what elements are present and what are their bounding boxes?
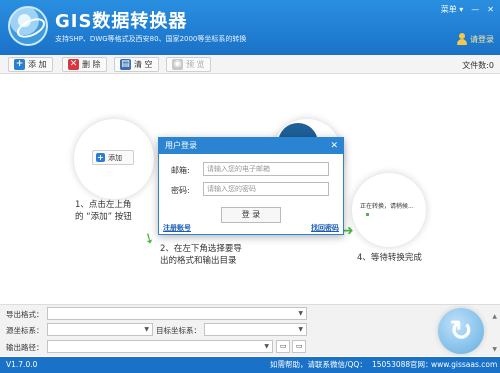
start-convert-button[interactable] — [438, 308, 484, 354]
step2-line2: 出的格式和输出目录 — [160, 256, 237, 266]
add-label: 添 加 — [28, 60, 47, 69]
step4-circle: 正在转换，请稍候... — [352, 173, 426, 247]
scroll-down-icon[interactable]: ▼ — [492, 346, 497, 353]
menu-label: 菜单 — [440, 5, 457, 14]
add-button[interactable]: + 添 加 — [8, 57, 53, 72]
demo-add-label: 添加 — [108, 153, 122, 162]
title-bar: GIS数据转换器 支持SHP、DWG等格式及西安80、国家2000等坐标系的转换… — [0, 0, 500, 55]
step1-line1: 1、点击左上角 — [75, 200, 132, 210]
delete-icon: ✕ — [68, 59, 79, 70]
target-crs-label: 目标坐标系： — [156, 326, 201, 335]
source-crs-label: 源坐标系： — [6, 326, 44, 335]
chevron-down-icon: ▼ — [298, 310, 303, 317]
delete-button[interactable]: ✕ 删 除 — [62, 57, 107, 72]
plus-icon: + — [14, 59, 25, 70]
login-button[interactable]: 请登录 — [457, 33, 494, 45]
chevron-down-icon: ▼ — [298, 326, 303, 333]
login-label: 请登录 — [470, 34, 494, 44]
chevron-down-icon: ▾ — [459, 5, 464, 14]
login-dialog: 用户登录 ✕ 邮箱: 密码: 登 录 注册账号 找回密码 — [158, 137, 344, 235]
preview-label: 预 览 — [186, 60, 205, 69]
dialog-header: 用户登录 ✕ — [159, 138, 343, 154]
status-bar: V1.7.0.0 如需帮助，请联系微信/QQ： 15053088 官网： www… — [0, 357, 500, 373]
folder-icon: ▭ — [280, 342, 287, 350]
website-link[interactable]: www.gissaas.com — [431, 357, 497, 373]
chevron-down-icon: ▼ — [144, 326, 149, 333]
plus-icon: + — [96, 153, 105, 162]
step2-text: 2、在左下角选择要导 出的格式和输出目录 — [160, 243, 242, 267]
login-submit-button[interactable]: 登 录 — [221, 207, 281, 223]
browse-folder-button[interactable]: ▭ — [276, 340, 290, 353]
delete-label: 删 除 — [82, 60, 101, 69]
user-icon — [457, 33, 467, 45]
email-label: 邮箱: — [171, 166, 190, 175]
preview-button[interactable]: ◉ 预 览 — [166, 57, 211, 72]
globe-logo-icon — [8, 6, 48, 46]
step1-text: 1、点击左上角 的 “添加” 按钮 — [75, 199, 132, 223]
clear-label: 清 空 — [134, 60, 153, 69]
target-crs-select[interactable]: ▼ — [204, 323, 307, 336]
demo-add-button: + 添加 — [92, 150, 134, 165]
email-field[interactable] — [203, 162, 329, 176]
trash-icon: ▤ — [120, 59, 131, 70]
version-label: V1.7.0.0 — [6, 360, 38, 369]
contact-number: 15053088 — [372, 360, 411, 369]
password-field[interactable] — [203, 182, 329, 196]
step4-text: 4、等待转换完成 — [357, 253, 422, 263]
source-crs-select[interactable]: ▼ — [47, 323, 153, 336]
window-controls: 菜单 ▾ — ✕ — [441, 4, 494, 15]
toolbar: + 添 加 ✕ 删 除 ▤ 清 空 ◉ 预 览 文件数:0 — [0, 55, 500, 74]
app-subtitle: 支持SHP、DWG等格式及西安80、国家2000等坐标系的转换 — [55, 35, 247, 43]
close-icon[interactable]: ✕ — [330, 138, 338, 154]
export-format-label: 导出格式： — [6, 310, 44, 319]
eye-icon: ◉ — [172, 59, 183, 70]
step2-line1: 2、在左下角选择要导 — [160, 244, 242, 254]
output-path-label: 输出路径： — [6, 343, 44, 352]
file-count: 文件数:0 — [462, 61, 494, 70]
open-folder-button[interactable]: ▭ — [292, 340, 306, 353]
converting-text: 正在转换，请稍候... — [360, 203, 414, 210]
settings-panel: 导出格式： ▼ 源坐标系： ▼ 目标坐标系： ▼ 输出路径： ▼ ▭ ▭ — [0, 304, 500, 356]
output-path-field[interactable]: ▼ — [47, 340, 273, 353]
progress-dot — [366, 213, 369, 216]
register-link[interactable]: 注册账号 — [163, 223, 191, 233]
clear-button[interactable]: ▤ 清 空 — [114, 57, 159, 72]
app-title: GIS数据转换器 — [55, 11, 188, 32]
scroll-up-icon[interactable]: ▲ — [492, 313, 497, 320]
chevron-down-icon: ▼ — [264, 343, 269, 350]
menu-button[interactable]: 菜单 ▾ — [441, 4, 464, 15]
help-text: 如需帮助，请联系微信/QQ： — [270, 360, 367, 369]
password-label: 密码: — [171, 186, 190, 195]
close-button[interactable]: ✕ — [487, 5, 494, 14]
open-folder-icon: ▭ — [296, 342, 303, 350]
export-format-select[interactable]: ▼ — [47, 307, 307, 320]
dialog-title: 用户登录 — [165, 141, 197, 150]
arrow-icon: ➘ — [139, 229, 158, 249]
website-label: 官网： — [410, 360, 433, 369]
step1-line2: 的 “添加” 按钮 — [75, 212, 132, 222]
minimize-button[interactable]: — — [471, 5, 479, 14]
forgot-password-link[interactable]: 找回密码 — [311, 223, 339, 233]
